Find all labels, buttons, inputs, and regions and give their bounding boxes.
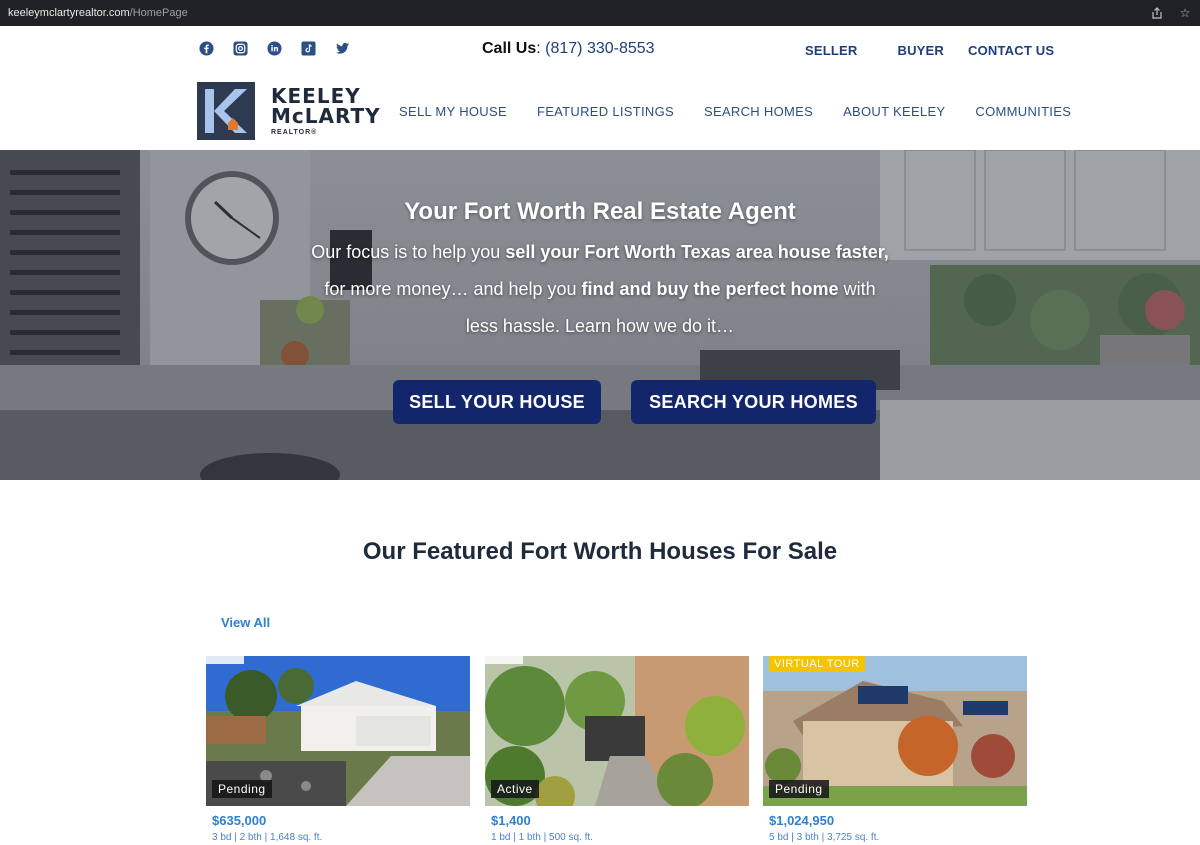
nav-featured-listings[interactable]: FEATURED LISTINGS xyxy=(537,104,674,119)
address-url[interactable]: keeleymclartyrealtor.com/HomePage xyxy=(8,7,188,19)
top-links: SELLER BUYER CONTACT US xyxy=(805,43,1054,58)
listing-card[interactable]: VIRTUAL TOUR Pending $1,024,950 5 bd | 3… xyxy=(763,656,1027,843)
listing-photo[interactable]: VIRTUAL TOUR Pending xyxy=(763,656,1027,806)
listing-photo[interactable]: Active xyxy=(485,656,749,806)
hero-description: Our focus is to help you sell your Fort … xyxy=(310,234,890,345)
twitter-icon[interactable] xyxy=(335,41,350,56)
hero-content: Your Fort Worth Real Estate Agent Our fo… xyxy=(0,150,1200,480)
listing-price[interactable]: $635,000 xyxy=(212,813,470,828)
call-us-label: Call Us xyxy=(482,40,537,57)
nav-sell-my-house[interactable]: SELL MY HOUSE xyxy=(399,104,507,119)
hero-bold-2: find and buy the perfect home xyxy=(581,279,839,299)
call-us-separator: : xyxy=(536,40,541,57)
social-links xyxy=(199,41,350,56)
contact-us-link[interactable]: CONTACT US xyxy=(968,43,1054,58)
listing-details: 1 bd | 1 bth | 500 sq. ft. xyxy=(491,832,593,843)
status-badge: Pending xyxy=(769,780,829,798)
hero-section: Your Fort Worth Real Estate Agent Our fo… xyxy=(0,150,1200,480)
main-nav: SELL MY HOUSE FEATURED LISTINGS SEARCH H… xyxy=(399,104,1101,119)
nav-about-keeley[interactable]: ABOUT KEELEY xyxy=(843,104,945,119)
nav-search-homes[interactable]: SEARCH HOMES xyxy=(704,104,813,119)
status-badge: Pending xyxy=(212,780,272,798)
logo-line-1: KEELEY xyxy=(271,84,361,108)
view-all-link[interactable]: View All xyxy=(221,615,270,630)
mls-logo xyxy=(206,656,244,664)
listing-card[interactable]: Pending $635,000 3 bd | 2 bth | 1,648 sq… xyxy=(206,656,470,843)
logo-k-mark xyxy=(197,82,255,140)
linkedin-icon[interactable] xyxy=(267,41,282,56)
browser-address-bar: keeleymclartyrealtor.com/HomePage ☆ xyxy=(0,0,1200,26)
url-path: /HomePage xyxy=(129,7,188,19)
browser-actions: ☆ xyxy=(1150,6,1192,20)
virtual-tour-badge[interactable]: VIRTUAL TOUR xyxy=(769,656,865,672)
listing-price[interactable]: $1,400 xyxy=(491,813,749,828)
hero-title: Your Fort Worth Real Estate Agent xyxy=(404,198,796,225)
phone-number[interactable]: (817) 330-8553 xyxy=(545,40,654,57)
main-header: KEELEY McLARTY REALTOR® SELL MY HOUSE FE… xyxy=(0,74,1200,150)
listing-details: 3 bd | 2 bth | 1,648 sq. ft. xyxy=(212,832,323,843)
nav-communities[interactable]: COMMUNITIES xyxy=(975,104,1071,119)
mls-logo xyxy=(485,656,523,664)
call-us: Call Us: (817) 330-8553 xyxy=(482,40,655,58)
hero-text-1: Our focus is to help you xyxy=(311,242,506,262)
logo-line-2: McLARTY xyxy=(271,104,381,128)
instagram-icon[interactable] xyxy=(233,41,248,56)
buyer-link[interactable]: BUYER xyxy=(897,43,944,58)
url-domain: keeleymclartyrealtor.com xyxy=(8,7,130,19)
hero-bold-1: sell your Fort Worth Texas area house fa… xyxy=(505,242,889,262)
listing-photo[interactable]: Pending xyxy=(206,656,470,806)
logo-line-3: REALTOR® xyxy=(271,129,318,136)
seller-link[interactable]: SELLER xyxy=(805,43,857,58)
site-logo[interactable]: KEELEY McLARTY REALTOR® xyxy=(197,82,381,140)
facebook-icon[interactable] xyxy=(199,41,214,56)
top-bar: Call Us: (817) 330-8553 SELLER BUYER CON… xyxy=(0,26,1200,74)
listing-card[interactable]: Active $1,400 1 bd | 1 bth | 500 sq. ft. xyxy=(485,656,749,843)
tiktok-icon[interactable] xyxy=(301,41,316,56)
share-icon[interactable] xyxy=(1150,6,1164,20)
listing-price[interactable]: $1,024,950 xyxy=(769,813,1027,828)
sell-your-house-button[interactable]: SELL YOUR HOUSE xyxy=(393,380,601,424)
featured-title: Our Featured Fort Worth Houses For Sale xyxy=(362,538,838,565)
bookmark-star-icon[interactable]: ☆ xyxy=(1178,6,1192,20)
listing-details: 5 bd | 3 bth | 3,725 sq. ft. xyxy=(769,832,880,843)
search-your-homes-button[interactable]: SEARCH YOUR HOMES xyxy=(631,380,876,424)
status-badge: Active xyxy=(491,780,539,798)
logo-wordmark: KEELEY McLARTY REALTOR® xyxy=(271,86,381,136)
hero-text-2: for more money… and help you xyxy=(324,279,582,299)
